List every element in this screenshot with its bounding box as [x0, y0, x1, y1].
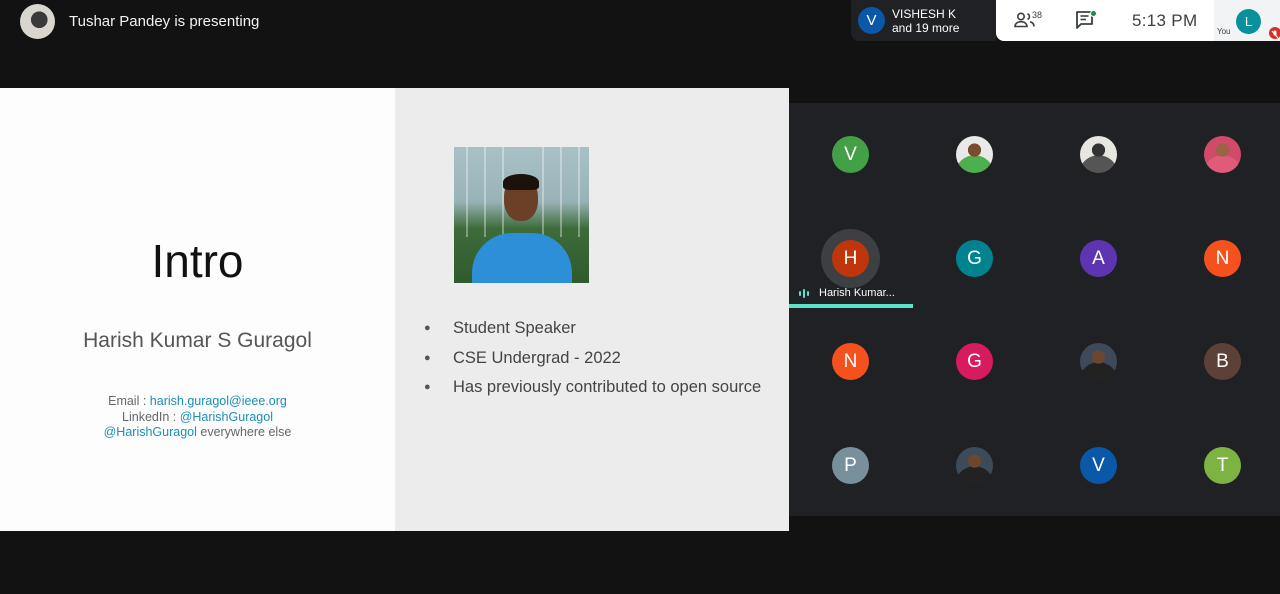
- participant-avatar: [1204, 136, 1241, 173]
- email-link[interactable]: harish.guragol@ieee.org: [150, 394, 287, 408]
- participant-tile[interactable]: [1037, 310, 1160, 413]
- participant-name: Harish Kumar...: [819, 287, 895, 299]
- speaker-photo: [454, 147, 589, 283]
- audio-level-icon: [799, 288, 809, 298]
- participant-tile[interactable]: V: [789, 103, 912, 206]
- participant-tile[interactable]: [1037, 103, 1160, 206]
- self-avatar: L: [1236, 9, 1261, 34]
- mic-muted-icon: [1269, 27, 1280, 39]
- participant-avatar: A: [1080, 240, 1117, 277]
- meeting-clock: 5:13 PM: [1132, 11, 1198, 30]
- slide-left-panel: Intro Harish Kumar S Guragol Email : har…: [0, 88, 395, 531]
- join-more: and 19 more: [892, 20, 960, 35]
- participant-tile[interactable]: P: [789, 414, 912, 517]
- participant-tile[interactable]: G: [913, 207, 1036, 310]
- meeting-toolbar: 38 5:13 PM L You: [996, 0, 1280, 41]
- participant-tile[interactable]: V: [1037, 414, 1160, 517]
- participant-avatar: B: [1204, 343, 1241, 380]
- contact-info: Email : harish.guragol@ieee.org LinkedIn…: [0, 394, 395, 441]
- participant-avatar: [1080, 343, 1117, 380]
- linkedin-link[interactable]: @HarishGuragol: [180, 410, 273, 424]
- participant-avatar: G: [956, 240, 993, 277]
- join-avatar: V: [858, 7, 885, 34]
- bullet-item: CSE Undergrad - 2022: [424, 344, 764, 374]
- participant-tile[interactable]: G: [913, 310, 1036, 413]
- speaker-name: Harish Kumar S Guragol: [83, 329, 312, 352]
- participant-tile[interactable]: A: [1037, 207, 1160, 310]
- people-count: 38: [1032, 10, 1043, 20]
- join-name: VISHESH K: [892, 6, 957, 21]
- participant-avatar: P: [832, 447, 869, 484]
- participant-tile[interactable]: B: [1161, 310, 1280, 413]
- unread-dot: [1090, 10, 1097, 17]
- participant-avatar: N: [1204, 240, 1241, 277]
- join-notification[interactable]: V VISHESH K and 19 more: [851, 0, 996, 41]
- email-label: Email :: [108, 394, 150, 408]
- presenting-text: Tushar Pandey is presenting: [69, 12, 260, 30]
- participant-avatar: H: [832, 240, 869, 277]
- speaking-participant-name: Harish Kumar...: [799, 287, 895, 299]
- participant-grid: V H Harish Kumar... G A N N G B P V T: [789, 103, 1280, 516]
- bullet-list: Student Speaker CSE Undergrad - 2022 Has…: [424, 314, 764, 403]
- slide-title: Intro: [151, 235, 244, 287]
- participant-avatar: G: [956, 343, 993, 380]
- self-view-tile[interactable]: L You: [1214, 0, 1280, 41]
- handle-suffix: everywhere else: [196, 425, 292, 439]
- participant-tile[interactable]: [1161, 103, 1280, 206]
- participant-avatar: N: [832, 343, 869, 380]
- participant-tile[interactable]: N: [1161, 207, 1280, 310]
- self-label: You: [1217, 27, 1231, 36]
- handle-link[interactable]: @HarishGuragol: [104, 425, 197, 439]
- participant-avatar: V: [1080, 447, 1117, 484]
- participant-avatar: [956, 136, 993, 173]
- participant-avatar: [956, 447, 993, 484]
- participant-tile[interactable]: [913, 103, 1036, 206]
- people-button[interactable]: 38: [1010, 9, 1044, 33]
- presenting-banner: Tushar Pandey is presenting: [20, 3, 259, 39]
- linkedin-label: LinkedIn :: [122, 409, 180, 424]
- bullet-item: Student Speaker: [424, 314, 764, 344]
- participant-avatar: [1080, 136, 1117, 173]
- participant-avatar: V: [832, 136, 869, 173]
- presentation-slide: Intro Harish Kumar S Guragol Email : har…: [0, 88, 789, 531]
- bullet-item: Has previously contributed to open sourc…: [424, 373, 764, 403]
- participant-tile[interactable]: [913, 414, 1036, 517]
- active-speaker-bar: [789, 304, 913, 308]
- presenter-avatar: [20, 3, 55, 39]
- participant-avatar: T: [1204, 447, 1241, 484]
- participant-tile[interactable]: T: [1161, 414, 1280, 517]
- participant-tile[interactable]: N: [789, 310, 912, 413]
- chat-button[interactable]: [1074, 9, 1098, 33]
- slide-right-panel: Student Speaker CSE Undergrad - 2022 Has…: [395, 88, 789, 531]
